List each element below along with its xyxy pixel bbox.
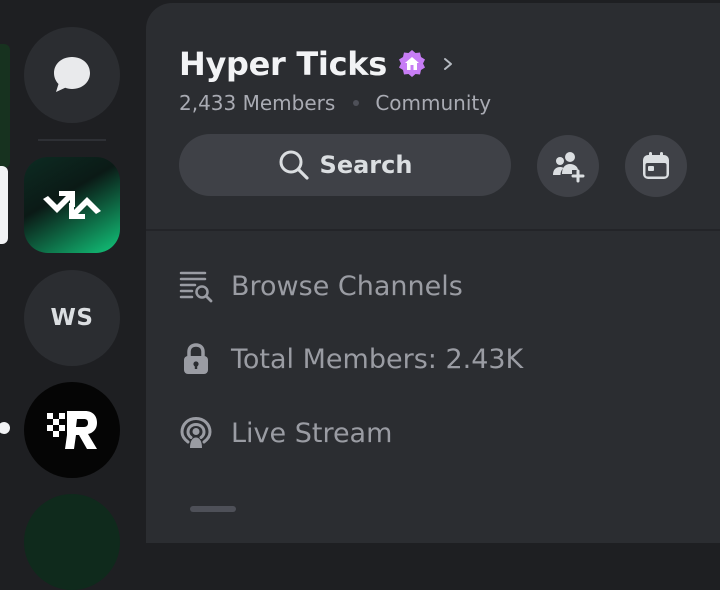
total-members-item[interactable]: Total Members: 2.43K <box>179 342 523 376</box>
calendar-icon <box>643 152 669 179</box>
previous-server-edge[interactable] <box>0 44 10 168</box>
server-ws-label: WS <box>50 305 94 331</box>
direct-messages-button[interactable] <box>24 27 120 123</box>
partial-next-item <box>190 506 236 512</box>
r-logo-icon <box>47 411 97 449</box>
server-header[interactable]: Hyper Ticks <box>179 45 455 83</box>
live-stream-item[interactable]: Live Stream <box>179 416 392 450</box>
server-type: Community <box>375 91 492 115</box>
invite-members-button[interactable] <box>537 135 599 197</box>
server-panel: Hyper Ticks 2,433 Members Community Sear… <box>146 3 720 543</box>
server-partial[interactable] <box>24 494 120 590</box>
server-hyper-ticks[interactable] <box>24 157 120 253</box>
chat-bubble-icon <box>54 57 90 92</box>
browse-channels-label: Browse Channels <box>231 270 463 302</box>
add-user-icon <box>553 152 585 183</box>
header-divider <box>146 229 720 231</box>
live-stream-label: Live Stream <box>231 417 393 449</box>
rail-separator <box>38 139 106 141</box>
hyper-ticks-logo-icon <box>43 191 101 219</box>
live-stream-icon <box>179 416 213 450</box>
search-label: Search <box>319 151 413 179</box>
meta-separator-dot <box>353 100 360 106</box>
total-members-label: Total Members: 2.43K <box>231 343 524 375</box>
browse-channels-icon <box>179 269 213 303</box>
server-r[interactable] <box>24 382 120 478</box>
member-count: 2,433 Members <box>179 91 336 115</box>
search-button[interactable]: Search <box>179 134 511 196</box>
search-icon <box>279 150 309 180</box>
unread-indicator <box>0 422 10 434</box>
browse-channels-item[interactable]: Browse Channels <box>179 269 463 303</box>
events-button[interactable] <box>625 135 687 197</box>
server-rail: WS <box>0 0 146 590</box>
lock-icon <box>179 342 213 376</box>
server-ws[interactable]: WS <box>24 270 120 366</box>
chevron-right-icon <box>443 58 452 70</box>
server-name: Hyper Ticks <box>179 45 387 83</box>
selected-server-indicator <box>0 166 8 244</box>
server-meta: 2,433 Members Community <box>179 91 491 115</box>
community-badge-icon <box>398 50 425 77</box>
